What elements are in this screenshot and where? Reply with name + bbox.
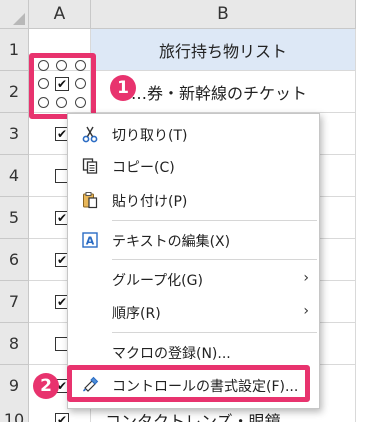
menu-item-group-label: グループ化(G) — [112, 273, 203, 289]
highlight-box-step2 — [67, 365, 310, 402]
row-header[interactable]: 5 — [0, 197, 29, 239]
menu-item-cut-label: 切り取り(T) — [112, 128, 188, 144]
row-header[interactable]: 8 — [0, 323, 29, 365]
select-all-corner[interactable] — [0, 0, 29, 29]
svg-text:A: A — [86, 235, 95, 248]
step-badge-1: 1 — [110, 75, 136, 101]
menu-item-assign-macro[interactable]: マクロの登録(N)... — [68, 336, 319, 368]
column-header-b[interactable]: B — [91, 0, 356, 29]
row-header[interactable]: 10 — [0, 399, 29, 422]
menu-item-order-label: 順序(R) — [112, 306, 161, 322]
row-header[interactable]: 3 — [0, 113, 29, 155]
edit-text-icon: A — [80, 230, 100, 250]
chevron-right-icon: › — [303, 303, 309, 319]
row-header[interactable]: 6 — [0, 239, 29, 281]
menu-item-copy[interactable]: コピー(C) — [68, 150, 319, 182]
menu-item-cut[interactable]: 切り取り(T) — [68, 118, 319, 150]
row-header[interactable]: 1 — [0, 29, 29, 71]
select-all-triangle — [13, 13, 25, 25]
menu-item-paste[interactable]: 貼り付け(P) — [68, 184, 319, 216]
paste-icon — [80, 190, 100, 210]
menu-item-assign-macro-label: マクロの登録(N)... — [112, 346, 231, 362]
row-header[interactable]: 7 — [0, 281, 29, 323]
menu-separator — [112, 259, 317, 260]
menu-item-edit-text-label: テキストの編集(X) — [112, 234, 231, 250]
menu-item-paste-label: 貼り付け(P) — [112, 194, 188, 210]
scissors-icon — [80, 124, 100, 144]
row-header[interactable]: 2 — [0, 71, 29, 113]
highlight-box-step1 — [29, 53, 96, 119]
menu-item-group[interactable]: グループ化(G) › — [68, 263, 319, 295]
menu-separator — [112, 220, 317, 221]
list-title-cell[interactable]: 旅行持ち物リスト — [91, 29, 356, 71]
row-header[interactable]: 4 — [0, 155, 29, 197]
menu-separator — [112, 332, 317, 333]
menu-item-copy-label: コピー(C) — [112, 160, 175, 176]
menu-item-order[interactable]: 順序(R) › — [68, 296, 319, 328]
row-checkbox[interactable]: ✔ — [55, 413, 69, 422]
column-header-a[interactable]: A — [29, 0, 91, 29]
step-badge-2: 2 — [33, 373, 59, 399]
chevron-right-icon: › — [303, 270, 309, 286]
copy-icon — [80, 156, 100, 176]
menu-item-edit-text[interactable]: A テキストの編集(X) — [68, 224, 319, 256]
